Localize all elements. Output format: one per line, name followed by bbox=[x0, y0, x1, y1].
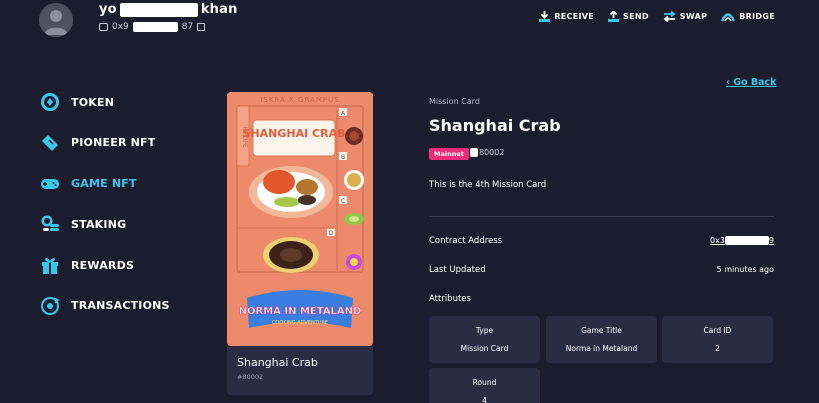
sidebar-item-token[interactable]: TOKEN bbox=[40, 92, 170, 112]
slot-label-d: D bbox=[329, 230, 334, 237]
page-title: Shanghai Crab bbox=[429, 116, 561, 135]
attributes-title: Attributes bbox=[429, 294, 471, 304]
swap-label: SWAP bbox=[679, 12, 708, 21]
network-badge: Mainnet bbox=[429, 148, 469, 160]
receive-icon bbox=[539, 11, 551, 22]
sidebar-item-staking[interactable]: STAKING bbox=[40, 214, 170, 234]
app-root: yo khan 0x9 87 RECEIVE SEND SWAP BRIDGE bbox=[0, 0, 819, 403]
sidebar-item-label: TOKEN bbox=[71, 95, 115, 109]
nft-card-image[interactable]: ISKRA X GRAMPUS RECIPE SHANGHAI CRAB A B… bbox=[227, 92, 373, 346]
attribute-value: 4 bbox=[482, 396, 487, 403]
nft-category: Mission Card bbox=[429, 97, 480, 106]
card-artwork: ISKRA X GRAMPUS RECIPE SHANGHAI CRAB A B… bbox=[227, 92, 373, 346]
card-logo-sub: COOKING ADVENTURE bbox=[272, 320, 328, 326]
send-button[interactable]: SEND bbox=[608, 11, 649, 22]
attribute-card: Type Mission Card bbox=[429, 316, 540, 363]
redaction-box bbox=[470, 148, 478, 157]
gamepad-icon bbox=[40, 174, 60, 194]
send-label: SEND bbox=[623, 12, 649, 21]
copy-icon[interactable] bbox=[197, 23, 206, 31]
swap-button[interactable]: SWAP bbox=[663, 11, 707, 22]
bridge-icon bbox=[721, 13, 736, 22]
sidebar-item-label: GAME NFT bbox=[71, 177, 137, 191]
header-actions: RECEIVE SEND SWAP BRIDGE bbox=[539, 11, 775, 22]
nft-description: This is the 4th Mission Card bbox=[429, 180, 547, 190]
bridge-label: BRIDGE bbox=[739, 12, 775, 21]
wallet-address-end: 87 bbox=[181, 22, 194, 32]
attribute-card: Card ID 2 bbox=[662, 316, 773, 363]
attribute-card: Round 4 bbox=[429, 368, 540, 403]
gift-icon bbox=[40, 255, 60, 275]
sidebar-item-game-nft[interactable]: GAME NFT bbox=[40, 174, 170, 194]
card-brand-text: ISKRA X GRAMPUS bbox=[260, 96, 339, 104]
token-icon bbox=[40, 92, 60, 112]
contract-address-end: 9 bbox=[768, 236, 774, 245]
receive-label: RECEIVE bbox=[554, 12, 595, 21]
card-logo-text: NORMA IN METALAND bbox=[239, 306, 362, 317]
attribute-card: Game Title Norma in Metaland bbox=[546, 316, 657, 363]
attribute-value: 2 bbox=[715, 344, 720, 353]
sidebar-item-label: REWARDS bbox=[71, 258, 135, 272]
card-dish-title: SHANGHAI CRAB bbox=[243, 127, 346, 140]
transactions-icon bbox=[40, 296, 60, 316]
slot-label-b: B bbox=[341, 154, 345, 161]
redaction-box bbox=[119, 2, 198, 17]
contract-address-link[interactable]: 0x3 9 bbox=[710, 236, 774, 245]
attribute-key: Round bbox=[472, 378, 497, 387]
sidebar-item-label: PIONEER NFT bbox=[71, 136, 156, 150]
card-number: #80002 bbox=[237, 373, 264, 381]
ticket-icon bbox=[40, 133, 60, 153]
wallet-icon bbox=[99, 23, 108, 31]
user-name-end: khan bbox=[200, 2, 238, 17]
go-back-label: Go Back bbox=[733, 77, 777, 88]
token-id-suffix: 80002 bbox=[479, 148, 505, 157]
divider bbox=[429, 216, 774, 217]
last-updated-value: 5 minutes ago bbox=[716, 265, 774, 274]
user-name-start: yo bbox=[99, 2, 117, 17]
attribute-key: Game Title bbox=[581, 326, 622, 335]
sidebar-item-rewards[interactable]: REWARDS bbox=[40, 255, 170, 275]
bridge-button[interactable]: BRIDGE bbox=[721, 11, 775, 22]
avatar[interactable] bbox=[39, 3, 73, 37]
sidebar-item-transactions[interactable]: TRANSACTIONS bbox=[40, 296, 170, 316]
card-title: Shanghai Crab bbox=[237, 356, 318, 369]
slot-label-c: C bbox=[341, 198, 345, 205]
swap-icon bbox=[663, 11, 676, 22]
sidebar-item-label: STAKING bbox=[71, 217, 127, 231]
send-icon bbox=[608, 11, 620, 22]
user-name: yo khan bbox=[99, 2, 238, 17]
contract-address-start: 0x3 bbox=[709, 236, 725, 245]
sidebar-item-label: TRANSACTIONS bbox=[71, 299, 170, 313]
coins-icon bbox=[40, 214, 60, 234]
sidebar-item-pioneer-nft[interactable]: PIONEER NFT bbox=[40, 133, 170, 153]
nft-card-footer: Shanghai Crab #80002 bbox=[227, 346, 373, 395]
wallet-address-start: 0x9 bbox=[112, 22, 129, 32]
wallet-address-row: 0x9 87 bbox=[99, 21, 206, 33]
last-updated-label: Last Updated bbox=[429, 265, 486, 275]
sidebar-nav: TOKEN PIONEER NFT GAME NFT STAKING REWAR… bbox=[40, 92, 170, 337]
attribute-key: Type bbox=[475, 326, 494, 335]
attribute-key: Card ID bbox=[703, 326, 732, 335]
token-id: 80002 bbox=[470, 148, 504, 157]
contract-address-label: Contract Address bbox=[429, 236, 503, 246]
redaction-box bbox=[724, 236, 769, 245]
attribute-value: Mission Card bbox=[460, 344, 509, 353]
go-back-link[interactable]: ‹ Go Back bbox=[726, 77, 776, 88]
user-avatar-icon bbox=[39, 3, 73, 37]
receive-button[interactable]: RECEIVE bbox=[539, 11, 594, 22]
attribute-value: Norma in Metaland bbox=[565, 344, 638, 353]
redaction-box bbox=[132, 22, 178, 32]
